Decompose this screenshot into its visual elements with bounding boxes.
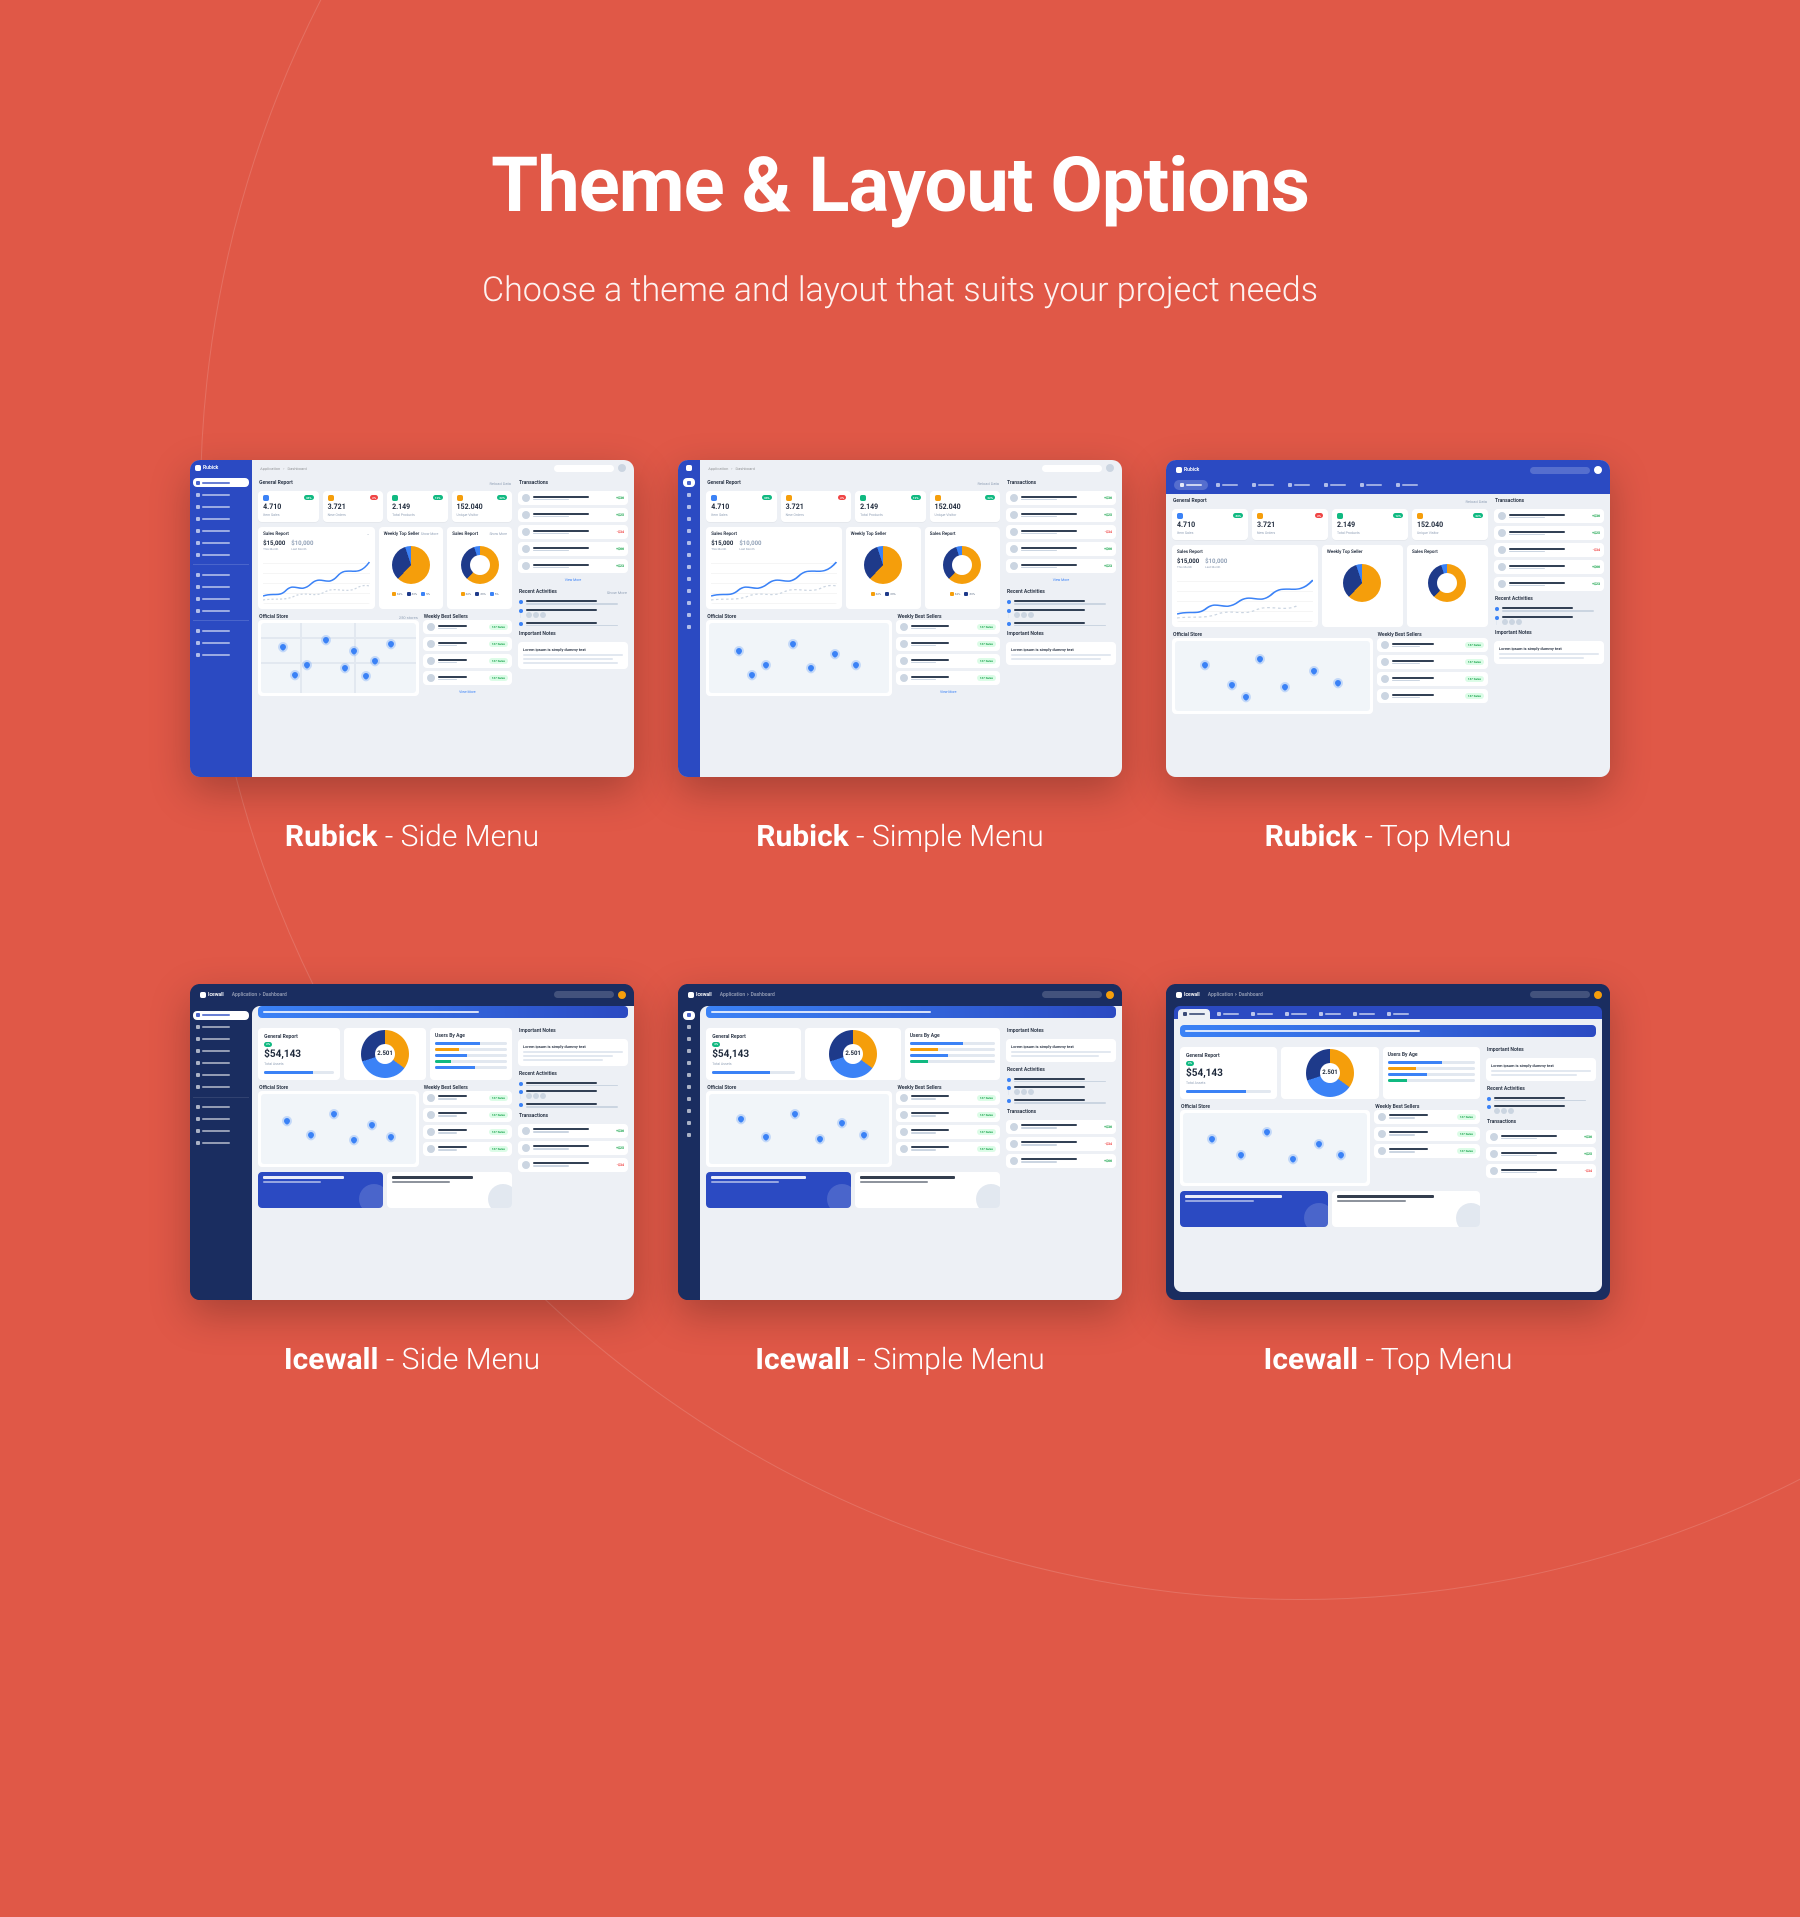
- sidebar-slim: [678, 460, 700, 777]
- theme-caption: Icewall - Side Menu: [190, 1342, 634, 1377]
- theme-caption: Rubick - Simple Menu: [678, 819, 1122, 854]
- theme-caption: Icewall - Simple Menu: [678, 1342, 1122, 1377]
- page-title: Theme & Layout Options: [190, 140, 1610, 230]
- theme-caption: Rubick - Top Menu: [1166, 819, 1610, 854]
- thumb-rubick-top: Rubick: [1166, 460, 1610, 777]
- sidebar: Rubick: [190, 460, 252, 777]
- theme-card-icewall-simple[interactable]: IcewallApplication › Dashboard Gener: [678, 984, 1122, 1378]
- thumb-rubick-side: Rubick: [190, 460, 634, 777]
- topnav: Rubick: [1166, 460, 1610, 494]
- theme-caption: Icewall - Top Menu: [1166, 1342, 1610, 1377]
- theme-card-icewall-side[interactable]: IcewallApplication › Dashboard: [190, 984, 634, 1378]
- thumb-icewall-side: IcewallApplication › Dashboard: [190, 984, 634, 1301]
- theme-card-rubick-simple[interactable]: Application › Dashboard General ReportRe…: [678, 460, 1122, 854]
- thumb-rubick-simple: Application › Dashboard General ReportRe…: [678, 460, 1122, 777]
- theme-card-icewall-top[interactable]: IcewallApplication › Dashboard: [1166, 984, 1610, 1378]
- thumb-icewall-simple: IcewallApplication › Dashboard Gener: [678, 984, 1122, 1301]
- page-subtitle: Choose a theme and layout that suits you…: [190, 270, 1610, 310]
- theme-grid: Rubick: [190, 460, 1610, 1377]
- thumb-icewall-top: IcewallApplication › Dashboard: [1166, 984, 1610, 1301]
- theme-card-rubick-side[interactable]: Rubick: [190, 460, 634, 854]
- theme-card-rubick-top[interactable]: Rubick: [1166, 460, 1610, 854]
- theme-caption: Rubick - Side Menu: [190, 819, 634, 854]
